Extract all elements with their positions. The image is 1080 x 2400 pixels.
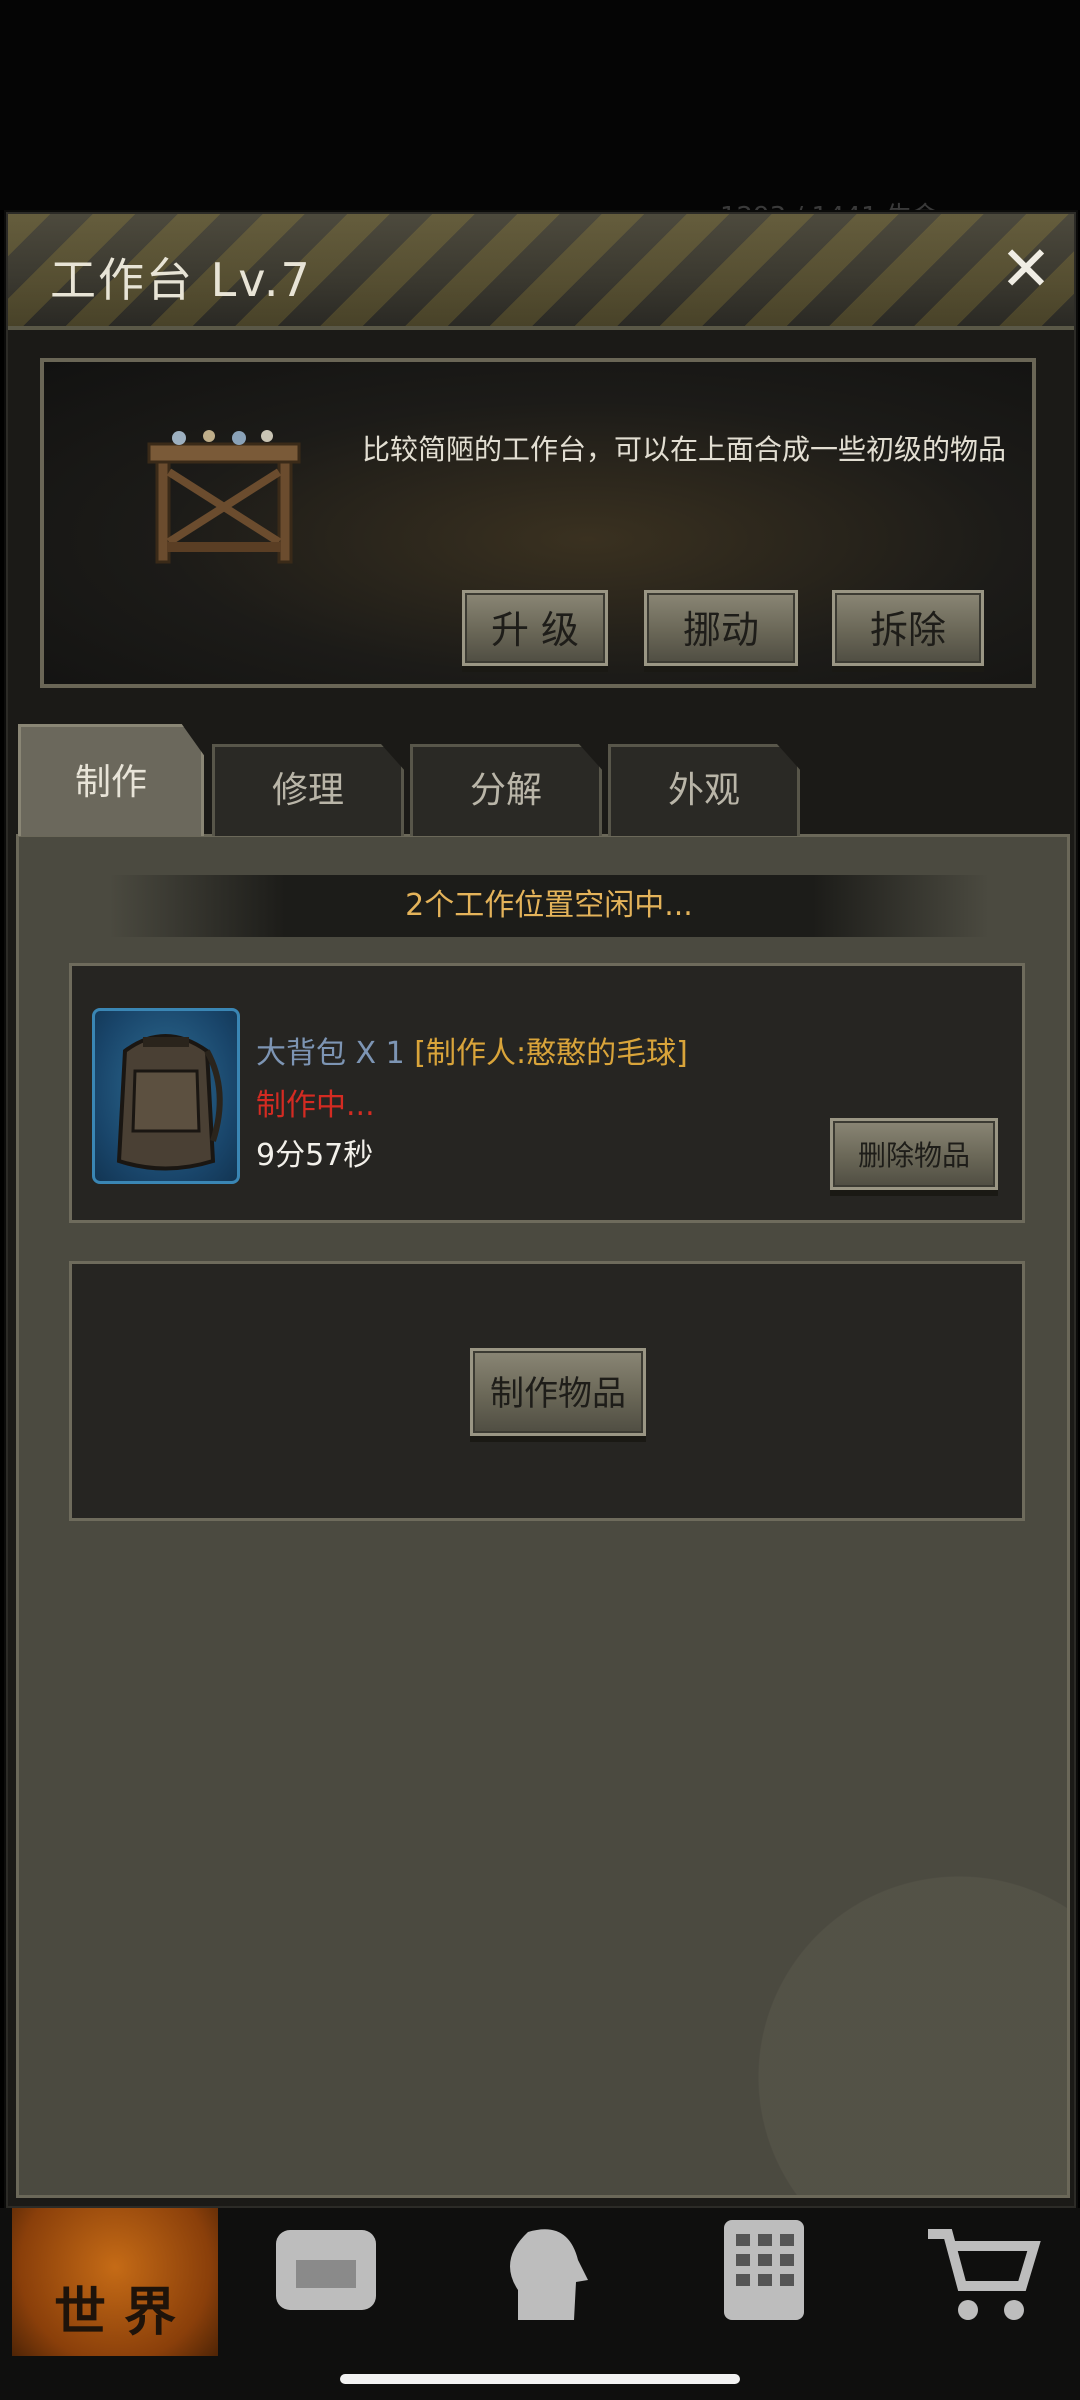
workbench-info-banner: 比较简陋的工作台，可以在上面合成一些初级的物品 升 级 挪动 拆除 <box>40 358 1036 688</box>
craft-item-button[interactable]: 制作物品 <box>470 1348 646 1436</box>
nav-world[interactable]: 世 界 <box>12 2208 218 2356</box>
tab-decompose[interactable]: 分解 <box>410 744 602 836</box>
close-button[interactable]: ✕ <box>998 238 1054 300</box>
upgrade-button[interactable]: 升 级 <box>462 590 608 666</box>
item-name: 大背包 X 1 <box>256 1036 405 1071</box>
tab-repair[interactable]: 修理 <box>212 744 404 836</box>
dismantle-button[interactable]: 拆除 <box>832 590 984 666</box>
bottom-nav: 世 界 <box>0 2208 1080 2400</box>
delete-item-button[interactable]: 删除物品 <box>830 1118 998 1190</box>
crafting-state: 制作中... <box>256 1088 375 1123</box>
workbench-description: 比较简陋的工作台，可以在上面合成一些初级的物品 <box>362 433 1007 466</box>
item-name-line: 大背包 X 1 [制作人:憨憨的毛球] <box>256 1028 688 1072</box>
crafting-timer: 9分57秒 <box>256 1138 374 1173</box>
phone-nav-icon[interactable] <box>704 2220 824 2330</box>
item-maker: [制作人:憨憨的毛球] <box>414 1036 688 1071</box>
status-strip: 2个工作位置空闲中... <box>109 875 989 937</box>
crafting-panel: 2个工作位置空闲中... 大背包 X 1 [制作人:憨憨的毛球] 制作中... … <box>16 834 1070 2198</box>
nav-world-label: 世 界 <box>53 2283 177 2343</box>
tab-craft[interactable]: 制作 <box>18 724 204 836</box>
free-slots-status: 2个工作位置空闲中... <box>405 888 693 923</box>
backpack-icon <box>116 1034 223 1171</box>
crafting-slot-active: 大背包 X 1 [制作人:憨憨的毛球] 制作中... 9分57秒 删除物品 <box>69 963 1025 1223</box>
title-bar: 工作台 Lv.7 ✕ <box>8 214 1074 330</box>
tab-appearance[interactable]: 外观 <box>608 744 800 836</box>
cart-nav-icon[interactable] <box>922 2220 1042 2330</box>
backpack-nav-icon[interactable] <box>266 2220 386 2330</box>
workbench-window: 工作台 Lv.7 ✕ 比较简陋的工作台，可以在上面合成一些初级的物品 升 级 挪… <box>6 212 1076 2208</box>
character-nav-icon[interactable] <box>488 2220 608 2330</box>
move-button[interactable]: 挪动 <box>644 590 798 666</box>
home-indicator <box>340 2374 740 2384</box>
workbench-icon <box>147 430 301 564</box>
backpack-item-icon[interactable] <box>92 1008 240 1184</box>
status-bar-area <box>0 0 1080 210</box>
window-title: 工作台 Lv.7 <box>50 253 312 307</box>
crafting-slot-empty: 制作物品 <box>69 1261 1025 1521</box>
